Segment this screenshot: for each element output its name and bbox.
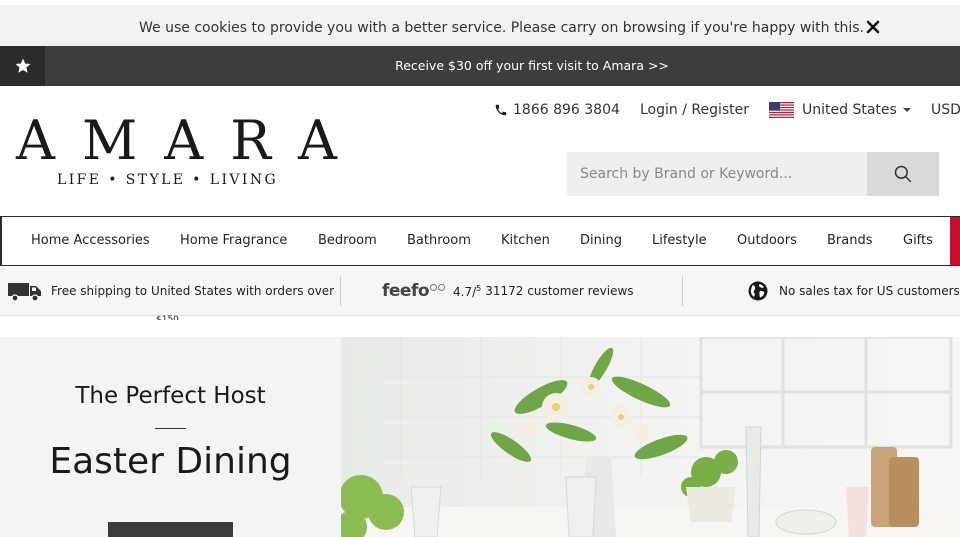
usp-shipping: Free shipping to United States with orde… bbox=[8, 266, 334, 316]
nav-item-brands[interactable]: Brands bbox=[827, 233, 873, 248]
shipping-threshold: $150 bbox=[156, 315, 179, 320]
logo-wordmark: AMARA bbox=[16, 109, 364, 172]
promo-link[interactable]: Receive $30 off your first visit to Amar… bbox=[0, 58, 960, 73]
review-count: 31172 customer reviews bbox=[485, 284, 634, 298]
logo-tagline: LIFE • STYLE • LIVING bbox=[57, 172, 279, 188]
search-button[interactable] bbox=[867, 152, 939, 196]
hero-banner: The Perfect Host Easter Dining bbox=[0, 337, 960, 537]
nav-item-dining[interactable]: Dining bbox=[580, 233, 622, 248]
search-icon bbox=[894, 165, 912, 183]
phone-icon bbox=[495, 104, 507, 116]
nav-item-bedroom[interactable]: Bedroom bbox=[318, 233, 377, 248]
nav-item-gifts[interactable]: Gifts bbox=[903, 233, 933, 248]
usp-divider bbox=[340, 276, 341, 306]
rating-max: 5 bbox=[476, 283, 482, 293]
tax-text: No sales tax for US customers bbox=[779, 284, 960, 298]
phone-number: 1866 896 3804 bbox=[513, 102, 620, 118]
nav-item-kitchen[interactable]: Kitchen bbox=[501, 233, 550, 248]
country-label: United States bbox=[802, 102, 897, 118]
nav-sale-tab[interactable] bbox=[950, 217, 960, 265]
hero-divider bbox=[155, 428, 186, 429]
delivery-truck-icon bbox=[8, 283, 41, 302]
hero-image-easter-table[interactable] bbox=[341, 337, 960, 537]
hero-photo bbox=[341, 337, 960, 537]
usp-bar: Free shipping to United States with orde… bbox=[0, 266, 960, 320]
close-icon[interactable] bbox=[866, 20, 886, 40]
amara-logo[interactable]: AMARA LIFE • STYLE • LIVING bbox=[16, 109, 364, 190]
promo-bar: Receive $30 off your first visit to Amar… bbox=[0, 46, 960, 86]
shop-now-button[interactable] bbox=[108, 522, 233, 537]
hero-title: Easter Dining bbox=[49, 441, 292, 482]
feefo-logo: feefo bbox=[382, 281, 446, 301]
search-input[interactable] bbox=[567, 152, 867, 196]
phone-contact[interactable]: 1866 896 3804 bbox=[494, 102, 620, 118]
main-nav: Home Accessories Home Fragrance Bedroom … bbox=[0, 216, 960, 266]
nav-item-lifestyle[interactable]: Lifestyle bbox=[652, 233, 707, 248]
rating-value: 4.7/5 bbox=[453, 284, 481, 299]
cookie-banner: We use cookies to provide you with a bet… bbox=[0, 0, 960, 46]
nav-item-bathroom[interactable]: Bathroom bbox=[407, 233, 471, 248]
nav-item-outdoors[interactable]: Outdoors bbox=[737, 233, 797, 248]
feefo-eyes-icon bbox=[430, 284, 446, 291]
usp-divider bbox=[682, 276, 683, 306]
us-flag-icon bbox=[769, 102, 794, 118]
nav-item-home-accessories[interactable]: Home Accessories bbox=[31, 233, 150, 248]
hero-subtitle: The Perfect Host bbox=[75, 383, 266, 409]
site-header: AMARA LIFE • STYLE • LIVING 1866 896 380… bbox=[0, 86, 960, 216]
country-selector[interactable]: United States bbox=[769, 102, 911, 118]
usp-reviews[interactable]: feefo 4.7/5 31172 customer reviews bbox=[382, 266, 634, 316]
login-register-link[interactable]: Login / Register bbox=[640, 102, 749, 118]
rating-score: 4.7/ bbox=[453, 284, 477, 299]
nav-item-home-fragrance[interactable]: Home Fragrance bbox=[180, 233, 287, 248]
shipping-text: Free shipping to United States with orde… bbox=[51, 284, 335, 298]
hero-text-panel: The Perfect Host Easter Dining bbox=[0, 337, 341, 537]
cookie-message: We use cookies to provide you with a bet… bbox=[139, 20, 864, 36]
globe-icon bbox=[748, 281, 768, 301]
currency-selector[interactable]: USD bbox=[931, 102, 960, 118]
usp-tax: No sales tax for US customers bbox=[748, 266, 960, 316]
chevron-down-icon bbox=[902, 108, 911, 112]
feefo-wordmark: feefo bbox=[382, 281, 430, 301]
